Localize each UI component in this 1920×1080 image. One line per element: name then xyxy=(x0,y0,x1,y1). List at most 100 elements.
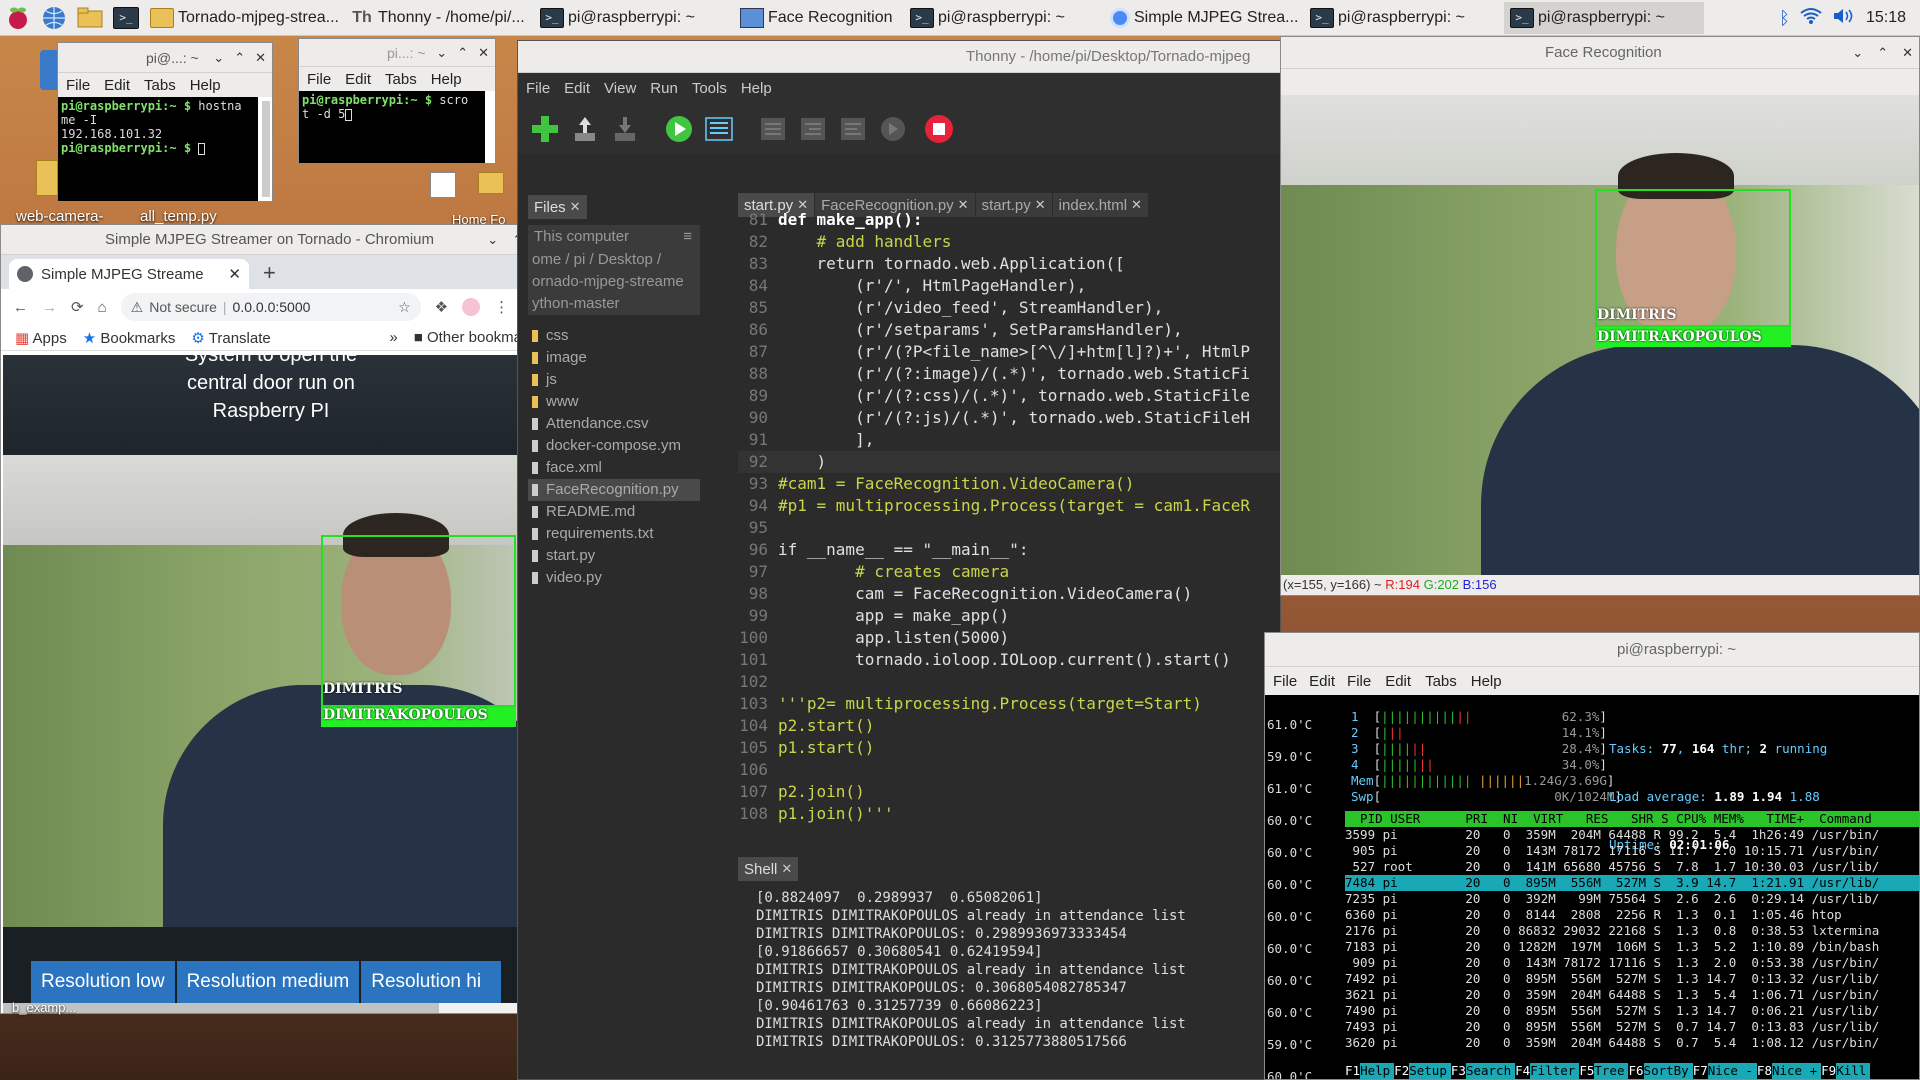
terminal-output[interactable]: pi@raspberrypi:~ $ scro t -d 5 xyxy=(299,91,485,163)
forward-icon[interactable]: → xyxy=(42,299,57,316)
process-row[interactable]: 7492 pi 20 0 895M 556M 527M S 1.3 14.7 0… xyxy=(1345,971,1919,987)
menu-item-help[interactable]: Help xyxy=(190,77,221,94)
process-row[interactable]: 7484 pi 20 0 895M 556M 527M S 3.9 14.7 1… xyxy=(1345,875,1919,891)
hamburger-icon[interactable]: ≡ xyxy=(683,225,692,249)
reload-icon[interactable]: ⟳ xyxy=(71,298,84,316)
process-row[interactable]: 7235 pi 20 0 392M 99M 75564 S 2.6 2.6 0:… xyxy=(1345,891,1919,907)
minimize-icon[interactable]: ⌄ xyxy=(213,50,224,66)
bookmark-bookmarks[interactable]: ★ Bookmarks xyxy=(83,329,176,347)
back-icon[interactable]: ← xyxy=(13,299,28,316)
resume-icon[interactable] xyxy=(878,114,908,144)
close-icon[interactable]: ✕ xyxy=(255,50,266,66)
function-key-f9[interactable]: F9 Kill xyxy=(1821,1063,1871,1079)
browser-tab[interactable]: Simple MJPEG Streame ✕ xyxy=(9,259,249,289)
minimize-icon[interactable]: ⌄ xyxy=(436,45,447,61)
more-bookmarks-icon[interactable]: » xyxy=(389,329,397,346)
new-file-icon[interactable] xyxy=(530,114,560,144)
step-over-icon[interactable] xyxy=(758,114,788,144)
function-key-f1[interactable]: F1 Help xyxy=(1345,1063,1395,1079)
folder-item[interactable]: css xyxy=(528,325,700,347)
bookmark-apps[interactable]: ▦ Apps xyxy=(15,329,67,347)
taskbar-task[interactable]: >_ pi@raspberrypi: ~ xyxy=(1304,2,1504,34)
terminal-launcher-icon[interactable]: >_ xyxy=(111,3,141,33)
desktop-label-all-temp[interactable]: all_temp.py xyxy=(140,208,217,225)
function-key-f2[interactable]: F2 Setup xyxy=(1394,1063,1451,1079)
open-file-icon[interactable] xyxy=(570,114,600,144)
function-key-f4[interactable]: F4 Filter xyxy=(1515,1063,1580,1079)
scrollbar[interactable] xyxy=(262,101,270,197)
star-icon[interactable]: ☆ xyxy=(398,299,411,316)
taskbar-task[interactable]: >_ pi@raspberrypi: ~ xyxy=(1504,1,1704,34)
taskbar-task[interactable]: >_ pi@raspberrypi: ~ xyxy=(534,2,734,34)
function-key-f8[interactable]: F8 Nice + xyxy=(1756,1063,1822,1079)
close-icon[interactable]: ✕ xyxy=(478,45,489,61)
function-key-f5[interactable]: F5 Tree xyxy=(1579,1063,1629,1079)
desktop-label-web-camera[interactable]: web-camera- xyxy=(16,208,104,225)
maximize-icon[interactable]: ⌃ xyxy=(234,50,245,66)
new-tab-button[interactable]: + xyxy=(263,260,276,286)
menu-item-edit[interactable]: Edit xyxy=(345,71,371,88)
tab-files[interactable]: Files ✕ xyxy=(528,195,588,219)
menu-item-file[interactable]: File xyxy=(66,77,90,94)
process-row[interactable]: 527 root 20 0 141M 65680 45756 S 7.8 1.7… xyxy=(1345,859,1919,875)
stop-icon[interactable] xyxy=(924,114,954,144)
menu-item-edit[interactable]: Edit xyxy=(104,77,130,94)
run-icon[interactable] xyxy=(664,114,694,144)
menu-item-view[interactable]: View xyxy=(604,80,636,97)
function-key-f7[interactable]: F7 Nice - xyxy=(1692,1063,1757,1079)
menu-icon[interactable]: ⋮ xyxy=(494,298,509,316)
resolution-high-button[interactable]: Resolution hi xyxy=(361,961,502,1005)
camera-image[interactable]: DIMITRIS DIMITRAKOPOULOS xyxy=(1281,95,1919,575)
menu-item-help[interactable]: Help xyxy=(1471,673,1502,690)
resolution-medium-button[interactable]: Resolution medium xyxy=(176,961,360,1005)
menu-item-edit[interactable]: Edit xyxy=(1309,673,1335,690)
menu-item-file[interactable]: File xyxy=(526,80,550,97)
htop-panel[interactable]: 1 [|||||||||||| 62.3%] 2 [||| 14.1%] 3 [||… xyxy=(1345,707,1919,1079)
home-icon[interactable]: ⌂ xyxy=(98,299,107,316)
terminal-output[interactable]: pi@raspberrypi:~ $ hostna me -I 192.168.10… xyxy=(58,97,258,201)
file-item[interactable]: video.py xyxy=(528,567,700,589)
raspberry-menu-icon[interactable] xyxy=(3,3,33,33)
menu-item-tools[interactable]: Tools xyxy=(692,80,727,97)
process-row[interactable]: 7490 pi 20 0 895M 556M 527M S 1.3 14.7 0… xyxy=(1345,1003,1919,1019)
step-into-icon[interactable] xyxy=(798,114,828,144)
menu-item-file[interactable]: File xyxy=(1273,673,1297,690)
file-item[interactable]: face.xml xyxy=(528,457,700,479)
close-tab-icon[interactable]: ✕ xyxy=(228,265,241,283)
folder-item[interactable]: www xyxy=(528,391,700,413)
close-icon[interactable]: ✕ xyxy=(1902,45,1913,61)
taskbar-task[interactable]: >_ pi@raspberrypi: ~ xyxy=(904,2,1104,34)
process-row[interactable]: 6360 pi 20 0 8144 2808 2256 R 1.3 0.1 1:… xyxy=(1345,907,1919,923)
profile-avatar[interactable] xyxy=(462,298,481,316)
taskbar-task[interactable]: Th Thonny - /home/pi/... xyxy=(344,2,534,34)
save-file-icon[interactable] xyxy=(610,114,640,144)
process-row[interactable]: 3599 pi 20 0 359M 204M 64488 R 99.2 5.4 … xyxy=(1345,827,1919,843)
taskbar-task[interactable]: Face Recognition xyxy=(734,2,904,34)
process-row[interactable]: 905 pi 20 0 143M 78172 17116 S 11.7 2.0 … xyxy=(1345,843,1919,859)
close-icon[interactable]: ✕ xyxy=(781,861,792,877)
file-item[interactable]: Attendance.csv xyxy=(528,413,700,435)
file-item[interactable]: docker-compose.ym xyxy=(528,435,700,457)
menu-item-tabs[interactable]: Tabs xyxy=(385,71,417,88)
volume-icon[interactable] xyxy=(1832,7,1856,30)
debug-icon[interactable] xyxy=(704,114,734,144)
horizontal-scrollbar[interactable] xyxy=(3,1003,539,1013)
menu-item-run[interactable]: Run xyxy=(650,80,678,97)
menu-item-edit[interactable]: Edit xyxy=(1385,673,1411,690)
process-row[interactable]: 7493 pi 20 0 895M 556M 527M S 0.7 14.7 0… xyxy=(1345,1019,1919,1035)
minimize-icon[interactable]: ⌄ xyxy=(487,232,498,248)
taskbar-task[interactable]: Tornado-mjpeg-strea... xyxy=(144,2,344,34)
tab-shell[interactable]: Shell ✕ xyxy=(738,857,800,881)
folder-item[interactable]: image xyxy=(528,347,700,369)
process-row[interactable]: 2176 pi 20 0 86832 29032 22168 S 1.3 0.8… xyxy=(1345,923,1919,939)
file-manager-icon[interactable] xyxy=(75,3,105,33)
menu-item-help[interactable]: Help xyxy=(741,80,772,97)
process-row[interactable]: 3621 pi 20 0 359M 204M 64488 S 1.3 5.4 1… xyxy=(1345,987,1919,1003)
menu-item-tabs[interactable]: Tabs xyxy=(1425,673,1457,690)
file-item[interactable]: start.py xyxy=(528,545,700,567)
process-row[interactable]: 7183 pi 20 0 1282M 197M 106M S 1.3 5.2 1… xyxy=(1345,939,1919,955)
close-icon[interactable]: ✕ xyxy=(570,199,581,215)
file-item[interactable]: FaceRecognition.py xyxy=(528,479,700,501)
menu-item-edit[interactable]: Edit xyxy=(564,80,590,97)
address-bar[interactable]: ⚠ Not secure | 0.0.0.0:5000 ☆ xyxy=(120,293,421,321)
